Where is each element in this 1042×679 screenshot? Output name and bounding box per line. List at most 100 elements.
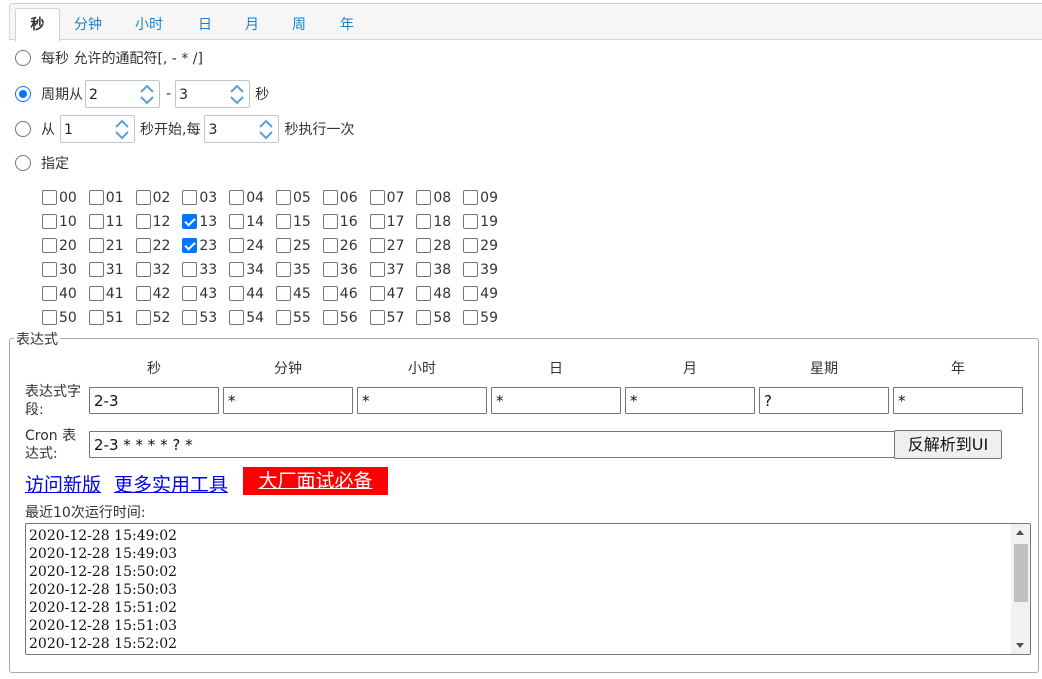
second-checkbox[interactable] [463,213,479,229]
second-checkbox[interactable] [88,189,104,205]
radio-from[interactable] [15,121,31,137]
second-checkbox[interactable] [229,189,245,205]
second-checkbox[interactable] [275,309,291,325]
second-checkbox[interactable] [182,213,198,229]
second-checkbox[interactable] [88,285,104,301]
tab-hour[interactable]: 小时 [126,11,172,41]
second-checkbox[interactable] [322,189,338,205]
second-checkbox[interactable] [88,213,104,229]
second-checkbox[interactable] [42,285,57,301]
cycle-from-spinner[interactable]: 2 [85,80,160,108]
second-checkbox[interactable] [42,261,57,277]
radio-specify[interactable] [15,155,31,171]
second-checkbox[interactable] [135,189,151,205]
more-tools-link[interactable]: 更多实用工具 [114,470,228,497]
second-checkbox[interactable] [416,213,432,229]
second-checkbox[interactable] [229,237,245,253]
second-checkbox[interactable] [135,237,151,253]
second-checkbox[interactable] [463,189,479,205]
second-checkbox[interactable] [416,309,432,325]
scroll-up-arrow-icon[interactable] [1016,530,1024,535]
second-checkbox[interactable] [463,237,479,253]
scroll-thumb[interactable] [1014,544,1028,602]
runtimes-textarea[interactable]: 2020-12-28 15:49:02 2020-12-28 15:49:03 20… [25,523,1031,655]
second-checkbox[interactable] [369,309,385,325]
second-checkbox[interactable] [369,189,385,205]
second-checkbox[interactable] [42,213,57,229]
cron-expression-input[interactable]: 2-3 * * * * ? * [89,431,896,458]
second-checkbox[interactable] [88,237,104,253]
second-checkbox[interactable] [182,285,198,301]
second-checkbox[interactable] [322,237,338,253]
second-checkbox[interactable] [229,309,245,325]
second-checkbox[interactable] [322,285,338,301]
chevron-down-icon[interactable] [228,94,246,106]
tab-week[interactable]: 周 [284,11,314,41]
second-checkbox[interactable] [463,309,479,325]
runtimes-scrollbar[interactable] [1011,524,1030,654]
second-checkbox[interactable] [275,261,291,277]
second-checkbox[interactable] [88,261,104,277]
second-checkbox[interactable] [182,261,198,277]
parse-to-ui-button[interactable]: 反解析到UI [894,430,1002,459]
second-checkbox[interactable] [275,189,291,205]
field-hour-input[interactable]: * [357,387,487,414]
chevron-up-icon[interactable] [228,82,246,94]
second-checkbox[interactable] [322,309,338,325]
tab-minute[interactable]: 分钟 [65,11,111,41]
second-checkbox[interactable] [369,213,385,229]
field-year-input[interactable]: * [893,387,1023,414]
second-checkbox[interactable] [275,237,291,253]
chevron-down-icon[interactable] [113,129,131,141]
second-checkbox[interactable] [135,309,151,325]
second-checkbox[interactable] [182,237,198,253]
chevron-up-icon[interactable] [257,117,275,129]
second-checkbox[interactable] [135,285,151,301]
second-checkbox[interactable] [88,309,104,325]
second-checkbox[interactable] [369,237,385,253]
cycle-to-spinner[interactable]: 3 [175,80,251,108]
second-checkbox[interactable] [42,237,57,253]
second-checkbox[interactable] [322,213,338,229]
interview-link[interactable]: 大厂面试必备 [243,467,388,495]
field-day-input[interactable]: * [491,387,621,414]
field-week-input[interactable]: ? [759,387,889,414]
second-checkbox[interactable] [135,261,151,277]
second-checkbox[interactable] [42,189,57,205]
second-checkbox[interactable] [42,309,57,325]
radio-every[interactable] [15,50,31,66]
second-checkbox[interactable] [229,285,245,301]
field-month-input[interactable]: * [625,387,755,414]
second-checkbox[interactable] [416,237,432,253]
second-checkbox[interactable] [463,285,479,301]
second-checkbox[interactable] [182,309,198,325]
radio-cycle[interactable] [15,86,31,102]
second-checkbox[interactable] [135,213,151,229]
tab-day[interactable]: 日 [190,11,220,41]
from-every-spinner[interactable]: 3 [204,115,280,143]
second-checkbox[interactable] [369,285,385,301]
second-checkbox[interactable] [369,261,385,277]
chevron-up-icon[interactable] [113,117,131,129]
second-checkbox[interactable] [416,261,432,277]
chevron-down-icon[interactable] [138,94,156,106]
tab-month[interactable]: 月 [237,11,267,41]
second-checkbox[interactable] [322,261,338,277]
tab-second[interactable]: 秒 [15,8,60,42]
second-checkbox[interactable] [416,189,432,205]
new-version-link[interactable]: 访问新版 [25,470,101,497]
second-checkbox[interactable] [182,189,198,205]
second-checkbox[interactable] [275,285,291,301]
second-checkbox[interactable] [229,261,245,277]
second-checkbox[interactable] [416,285,432,301]
second-checkbox[interactable] [229,213,245,229]
second-checkbox[interactable] [463,261,479,277]
tab-year[interactable]: 年 [332,11,362,41]
scroll-down-arrow-icon[interactable] [1016,643,1024,648]
second-checkbox[interactable] [275,213,291,229]
field-minute-input[interactable]: * [223,387,353,414]
chevron-down-icon[interactable] [257,129,275,141]
chevron-up-icon[interactable] [138,82,156,94]
field-second-input[interactable]: 2-3 [89,387,219,414]
from-start-spinner[interactable]: 1 [60,115,135,143]
